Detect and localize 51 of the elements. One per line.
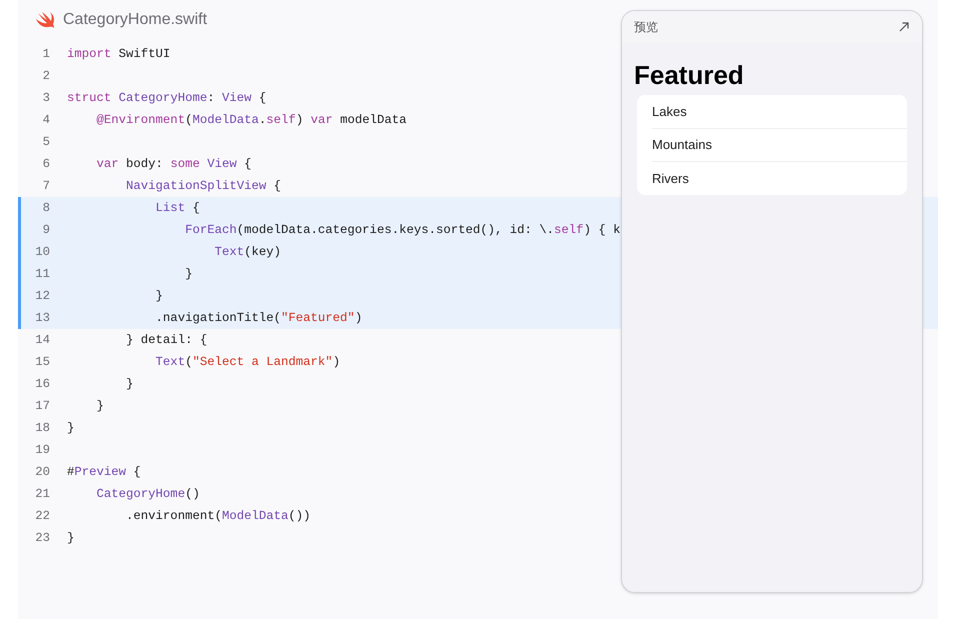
line-number: 16 xyxy=(34,376,50,393)
code-text: List { xyxy=(154,200,200,217)
preview-title: 预览 xyxy=(634,19,658,36)
list-item[interactable]: Mountains xyxy=(652,135,712,154)
line-number: 5 xyxy=(42,134,50,151)
code-text: ForEach(modelData.categories.keys.sorted(), id: \.self) { k xyxy=(184,222,620,239)
code-text: .environment(ModelData()) xyxy=(125,508,311,525)
line-number: 7 xyxy=(42,178,50,195)
code-text: } xyxy=(67,530,74,547)
line-number: 17 xyxy=(34,398,50,415)
line-number: 19 xyxy=(34,442,50,459)
code-text: } detail: { xyxy=(125,332,208,349)
code-text: struct CategoryHome: View { xyxy=(67,90,266,107)
expand-arrow-icon[interactable] xyxy=(899,22,909,32)
line-number: 12 xyxy=(34,288,50,305)
code-text: } xyxy=(96,398,104,415)
line-number: 9 xyxy=(42,222,50,239)
list-item[interactable]: Lakes xyxy=(652,102,687,121)
line-number: 20 xyxy=(34,464,50,481)
line-number: 3 xyxy=(42,90,50,107)
line-number: 2 xyxy=(42,68,50,85)
line-number: 23 xyxy=(34,530,50,547)
line-number: 14 xyxy=(34,332,50,349)
code-text: } xyxy=(184,266,192,283)
code-text: } xyxy=(67,420,74,437)
file-name: CategoryHome.swift xyxy=(63,10,208,30)
line-number: 18 xyxy=(34,420,50,437)
line-number: 1 xyxy=(42,46,50,63)
line-number: 15 xyxy=(34,354,50,371)
code-text: .navigationTitle("Featured") xyxy=(154,310,362,327)
code-text: NavigationSplitView { xyxy=(125,178,282,195)
code-text: import SwiftUI xyxy=(67,46,170,63)
code-text: @Environment(ModelData.self) var modelData xyxy=(96,112,407,129)
line-number: 8 xyxy=(42,200,50,217)
code-text: } xyxy=(154,288,163,305)
line-number: 10 xyxy=(34,244,50,261)
line-number: 11 xyxy=(34,266,50,283)
line-number: 6 xyxy=(42,156,50,173)
list-item[interactable]: Rivers xyxy=(652,168,689,188)
line-number: 13 xyxy=(34,310,50,327)
code-text: var body: some View { xyxy=(96,156,252,173)
line-number: 22 xyxy=(34,508,50,525)
code-text: Text(key) xyxy=(214,244,282,261)
swift-logo-icon xyxy=(35,11,55,29)
navigation-title: Featured xyxy=(633,59,745,91)
code-text: CategoryHome() xyxy=(96,486,200,503)
code-text: } xyxy=(125,376,134,393)
line-number: 21 xyxy=(34,486,50,503)
line-number: 4 xyxy=(42,112,50,129)
code-text: Text("Select a Landmark") xyxy=(154,354,340,371)
code-text: #Preview { xyxy=(67,464,141,481)
